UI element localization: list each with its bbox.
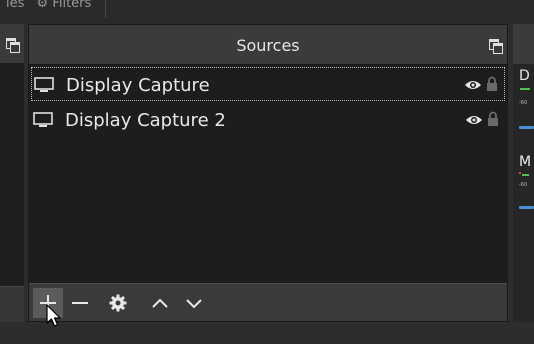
sources-dock: Sources Display Capture Display Capture … [28, 24, 508, 322]
mixer-header [513, 24, 534, 64]
lock-icon[interactable] [487, 111, 499, 127]
volume-meter [520, 88, 530, 90]
sources-list[interactable]: Display Capture Display Capture 2 [29, 65, 507, 285]
filters-icon: ⚙ [36, 0, 49, 11]
undock-icon[interactable] [6, 38, 20, 53]
tab-scenes-partial[interactable]: ies [6, 0, 24, 11]
monitor-icon [34, 77, 54, 92]
scenes-dock [0, 24, 24, 322]
source-label: Display Capture [66, 75, 210, 96]
audio-mixer-dock: D -60 M -60 [513, 24, 534, 322]
scenes-dock-header [0, 24, 24, 64]
eye-icon[interactable] [465, 113, 483, 127]
volume-fader[interactable] [519, 206, 534, 209]
chevron-down-icon [186, 299, 202, 309]
chevron-up-icon [152, 298, 168, 308]
meter-tick-label: -60 [519, 100, 528, 106]
mixer-channel-label: M [519, 154, 532, 170]
source-item-display-capture[interactable]: Display Capture [31, 67, 505, 101]
sources-title: Sources [236, 36, 300, 55]
eye-icon[interactable] [464, 78, 482, 92]
scenes-list[interactable] [0, 64, 24, 286]
mixer-channel-label: D [519, 68, 530, 84]
meter-tick-label: -60 [519, 182, 528, 188]
move-source-down-button[interactable] [183, 288, 205, 318]
remove-source-button[interactable] [69, 288, 91, 318]
volume-meter [522, 174, 529, 176]
volume-fader[interactable] [519, 126, 534, 129]
gear-icon [109, 294, 127, 312]
tab-divider [105, 0, 107, 18]
source-item-display-capture-2[interactable]: Display Capture 2 [31, 103, 505, 137]
source-properties-button[interactable] [107, 288, 129, 318]
tab-filters[interactable]: Filters [52, 0, 91, 11]
top-tabs: ies ⚙ Filters [6, 0, 107, 18]
remove-icon [72, 302, 88, 304]
top-tab-strip: ies ⚙ Filters [0, 0, 534, 24]
scenes-footer [0, 286, 24, 322]
volume-meter-peak [519, 172, 521, 174]
sources-toolbar [29, 283, 507, 321]
mouse-cursor-icon [46, 304, 61, 327]
sources-header: Sources [29, 25, 507, 65]
move-source-up-button[interactable] [149, 288, 171, 318]
lock-icon[interactable] [486, 76, 498, 92]
source-label: Display Capture 2 [65, 110, 226, 131]
monitor-icon [33, 112, 53, 127]
undock-icon[interactable] [489, 39, 503, 54]
bottom-bar [0, 322, 534, 344]
